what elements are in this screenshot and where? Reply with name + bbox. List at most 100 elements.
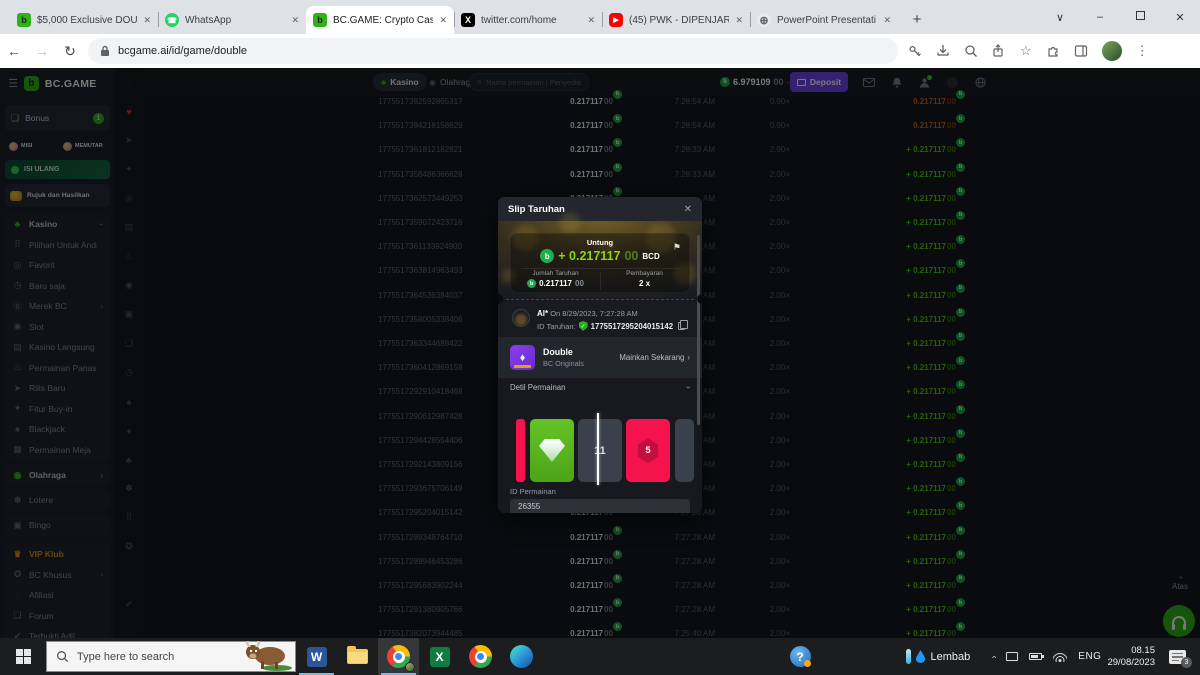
taskbar-app-word[interactable]: W — [296, 638, 337, 675]
tray-chevron-icon[interactable]: › — [989, 655, 999, 658]
taskbar-search-placeholder: Type here to search — [77, 651, 174, 663]
tab-search-chevron-icon[interactable]: ∨ — [1040, 11, 1080, 24]
save-download-icon[interactable] — [936, 44, 950, 58]
bcgame-page: ☰ b BC.GAME ❑ Bonus 1 MISI MEMUTAR ISI U… — [0, 68, 1200, 638]
payout-value: 2 x — [639, 279, 650, 288]
new-tab-button[interactable]: + — [904, 6, 930, 32]
chevron-right-icon: › — [687, 353, 690, 362]
extensions-puzzle-icon[interactable] — [1046, 44, 1060, 58]
taskbar-search-input[interactable]: Type here to search — [46, 641, 296, 672]
browser-tab[interactable]: ☎ WhatsApp ✕ — [158, 6, 306, 34]
reload-button[interactable]: ↻ — [56, 43, 84, 60]
game-id-input[interactable]: 26355 — [510, 499, 690, 513]
profit-amount: + 0.217117 — [558, 249, 620, 263]
game-provider: BC Originals — [543, 359, 619, 368]
get-help-icon[interactable]: ? — [790, 646, 811, 667]
edge-icon — [510, 645, 533, 668]
tab-close-icon[interactable]: ✕ — [883, 15, 891, 26]
bokeh-dot — [560, 213, 580, 233]
share-flag-icon[interactable]: ⚑ — [673, 242, 681, 253]
browser-tab[interactable]: X twitter.com/home ✕ — [454, 6, 602, 34]
dashed-divider — [506, 299, 694, 300]
username: Al* — [537, 309, 548, 318]
wifi-icon[interactable] — [1053, 652, 1067, 662]
battery-icon[interactable] — [1029, 653, 1042, 660]
double-game-icon: ♦ — [510, 345, 535, 370]
tab-favicon: b — [313, 13, 327, 27]
start-button[interactable] — [0, 638, 46, 675]
tab-close-icon[interactable]: ✕ — [587, 15, 595, 26]
lock-icon — [100, 45, 110, 57]
tab-close-icon[interactable]: ✕ — [143, 15, 151, 26]
window-maximize-button[interactable] — [1120, 11, 1160, 23]
clock-time: 08.15 — [1107, 645, 1155, 657]
bet-id-line: ID Taruhan: ✓ 1775517295204015142 — [537, 321, 685, 331]
chrome-profile-badge — [405, 662, 415, 672]
result-tile-gem — [530, 419, 574, 482]
bookmark-star-icon[interactable]: ☆ — [1020, 43, 1032, 59]
browser-tab[interactable]: b $5,000 Exclusive DOU ✕ — [10, 6, 158, 34]
windows-logo-icon — [16, 649, 31, 664]
profit-amount-decimals: 00 — [624, 249, 638, 263]
game-row: ♦ Double BC Originals Mainkan Sekarang › — [498, 337, 702, 378]
play-now-label: Mainkan Sekarang — [619, 353, 684, 362]
taskbar-app-explorer[interactable] — [337, 638, 378, 675]
bcd-coin-icon: b — [527, 279, 536, 288]
windows-taskbar: Type here to search W X ? Lembab — [0, 638, 1200, 675]
tab-title: PowerPoint Presentati — [777, 15, 877, 26]
taskbar-app-chrome-active[interactable] — [378, 638, 419, 675]
tab-title: $5,000 Exclusive DOU — [37, 15, 137, 26]
forward-button[interactable]: → — [28, 43, 56, 59]
taskbar-app-chrome[interactable] — [460, 638, 501, 675]
password-key-icon[interactable] — [908, 44, 922, 58]
system-tray: › ENG — [992, 651, 1101, 662]
language-indicator[interactable]: ENG — [1078, 651, 1101, 662]
zoom-icon[interactable] — [964, 44, 978, 58]
bet-timestamp: On 8/29/2023, 7:27:28 AM — [550, 309, 638, 318]
modal-scrollbar[interactable] — [697, 235, 700, 425]
weather-widget[interactable]: Lembab — [906, 649, 971, 664]
window-controls: ∨ – ✕ — [1040, 0, 1200, 34]
tab-favicon: ⊕ — [757, 13, 771, 27]
water-drop-icon — [916, 650, 926, 663]
window-close-button[interactable]: ✕ — [1160, 11, 1200, 24]
close-icon[interactable]: ✕ — [684, 204, 692, 215]
bcd-coin-icon: b — [540, 249, 554, 263]
game-detail-label: Detil Permainan — [510, 383, 687, 392]
side-panel-icon[interactable] — [1074, 44, 1088, 58]
tab-close-icon[interactable]: ✕ — [291, 15, 299, 26]
browser-menu-icon[interactable]: ⋮ — [1136, 43, 1149, 59]
address-bar-icons: ☆ ⋮ — [908, 41, 1149, 61]
game-detail-toggle[interactable]: Detil Permainan › — [510, 383, 690, 392]
result-marker-line — [597, 413, 599, 485]
bet-amount-value: 0.217117 — [539, 279, 572, 288]
tablet-icon[interactable] — [1006, 652, 1018, 661]
browser-tab[interactable]: ▶ (45) PWK - DIPENJARA ✕ — [602, 6, 750, 34]
window-minimize-button[interactable]: – — [1080, 11, 1120, 23]
bet-amount-label: Jumlah Taruhan — [511, 270, 600, 277]
copy-icon[interactable] — [678, 322, 685, 330]
clock-date: 29/08/2023 — [1107, 657, 1155, 669]
share-icon[interactable] — [992, 44, 1006, 58]
back-button[interactable]: ← — [0, 43, 28, 59]
double-result-strip: 11 5 — [498, 419, 702, 482]
taskbar-app-excel[interactable]: X — [419, 638, 460, 675]
game-id-label: ID Permainan — [510, 487, 556, 496]
tab-close-icon[interactable]: ✕ — [439, 15, 447, 26]
tab-close-icon[interactable]: ✕ — [735, 15, 743, 26]
browser-tabs: b $5,000 Exclusive DOU ✕ ☎ WhatsApp ✕ b … — [10, 6, 898, 34]
browser-tab[interactable]: ⊕ PowerPoint Presentati ✕ — [750, 6, 898, 34]
payout-block: Pembayaran 2 x — [600, 270, 689, 288]
notification-center-icon[interactable]: 3 — [1169, 650, 1186, 664]
url-bar[interactable]: bcgame.ai/id/game/double — [88, 38, 898, 64]
play-now-link[interactable]: Mainkan Sekarang › — [619, 353, 690, 362]
browser-profile-avatar[interactable] — [1102, 41, 1122, 61]
profit-card: Untung b + 0.21711700 BCD ⚑ Jumlah Taruh… — [510, 233, 690, 293]
taskbar-clock[interactable]: 08.15 29/08/2023 — [1107, 645, 1155, 669]
modal-header: Slip Taruhan ✕ — [498, 197, 702, 221]
bet-user-line: Al* On 8/29/2023, 7:27:28 AM — [537, 309, 638, 318]
tab-title: twitter.com/home — [481, 15, 581, 26]
folder-icon — [347, 649, 368, 664]
taskbar-app-edge[interactable] — [501, 638, 542, 675]
browser-tab[interactable]: b BC.GAME: Crypto Casi ✕ — [306, 6, 454, 34]
